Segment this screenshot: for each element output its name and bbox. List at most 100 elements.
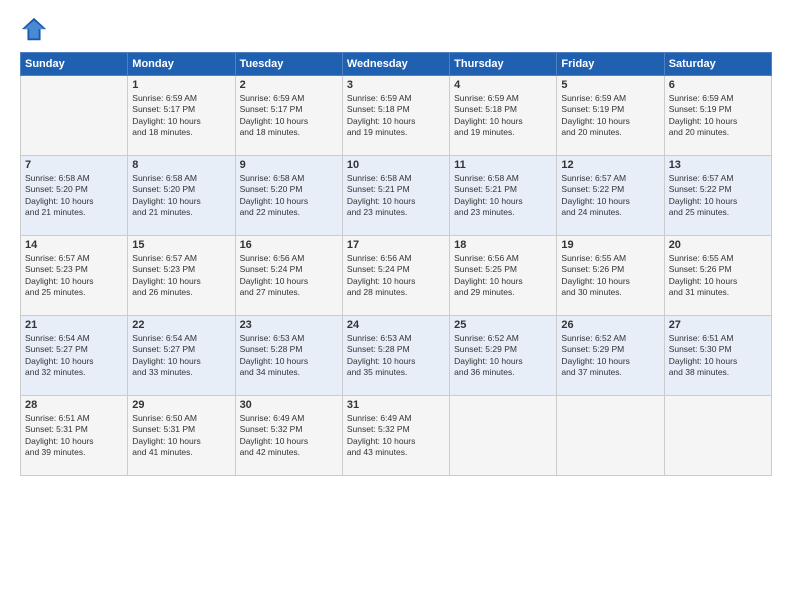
day-number: 14 bbox=[25, 239, 123, 251]
weekday-header: Tuesday bbox=[235, 53, 342, 76]
day-number: 16 bbox=[240, 239, 338, 251]
calendar-cell: 12 Sunrise: 6:57 AM Sunset: 5:22 PM Dayli… bbox=[557, 156, 664, 236]
weekday-header: Wednesday bbox=[342, 53, 449, 76]
day-info: Sunrise: 6:53 AM Sunset: 5:28 PM Dayligh… bbox=[240, 333, 338, 379]
day-number: 12 bbox=[561, 159, 659, 171]
day-info: Sunrise: 6:58 AM Sunset: 5:20 PM Dayligh… bbox=[240, 173, 338, 219]
day-number: 23 bbox=[240, 319, 338, 331]
day-number: 24 bbox=[347, 319, 445, 331]
day-number: 9 bbox=[240, 159, 338, 171]
day-number: 19 bbox=[561, 239, 659, 251]
day-info: Sunrise: 6:58 AM Sunset: 5:20 PM Dayligh… bbox=[25, 173, 123, 219]
day-number: 30 bbox=[240, 399, 338, 411]
calendar-cell: 5 Sunrise: 6:59 AM Sunset: 5:19 PM Daylig… bbox=[557, 76, 664, 156]
calendar-cell: 10 Sunrise: 6:58 AM Sunset: 5:21 PM Dayli… bbox=[342, 156, 449, 236]
day-info: Sunrise: 6:54 AM Sunset: 5:27 PM Dayligh… bbox=[25, 333, 123, 379]
calendar-cell: 28 Sunrise: 6:51 AM Sunset: 5:31 PM Dayli… bbox=[21, 396, 128, 476]
day-number: 29 bbox=[132, 399, 230, 411]
calendar-cell: 9 Sunrise: 6:58 AM Sunset: 5:20 PM Daylig… bbox=[235, 156, 342, 236]
day-info: Sunrise: 6:57 AM Sunset: 5:22 PM Dayligh… bbox=[561, 173, 659, 219]
day-info: Sunrise: 6:52 AM Sunset: 5:29 PM Dayligh… bbox=[454, 333, 552, 379]
calendar-cell: 15Sunrise: 6:57 AM Sunset: 5:23 PM Dayli… bbox=[128, 236, 235, 316]
day-number: 13 bbox=[669, 159, 767, 171]
day-info: Sunrise: 6:52 AM Sunset: 5:29 PM Dayligh… bbox=[561, 333, 659, 379]
day-number: 3 bbox=[347, 79, 445, 91]
day-number: 4 bbox=[454, 79, 552, 91]
calendar-cell: 25 Sunrise: 6:52 AM Sunset: 5:29 PM Dayli… bbox=[450, 316, 557, 396]
calendar-cell: 6Sunrise: 6:59 AM Sunset: 5:19 PM Daylig… bbox=[664, 76, 771, 156]
logo-icon bbox=[20, 16, 48, 44]
calendar-cell: 26 Sunrise: 6:52 AM Sunset: 5:29 PM Dayli… bbox=[557, 316, 664, 396]
day-number: 28 bbox=[25, 399, 123, 411]
day-number: 1 bbox=[132, 79, 230, 91]
day-info: Sunrise: 6:59 AM Sunset: 5:17 PM Dayligh… bbox=[240, 93, 338, 139]
calendar-cell: 21 Sunrise: 6:54 AM Sunset: 5:27 PM Dayli… bbox=[21, 316, 128, 396]
calendar-cell: 19 Sunrise: 6:55 AM Sunset: 5:26 PM Dayli… bbox=[557, 236, 664, 316]
day-number: 26 bbox=[561, 319, 659, 331]
calendar-cell: 27 Sunrise: 6:51 AM Sunset: 5:30 PM Dayli… bbox=[664, 316, 771, 396]
day-number: 22 bbox=[132, 319, 230, 331]
day-info: Sunrise: 6:56 AM Sunset: 5:24 PM Dayligh… bbox=[347, 253, 445, 299]
day-number: 21 bbox=[25, 319, 123, 331]
day-info: Sunrise: 6:59 AM Sunset: 5:19 PM Dayligh… bbox=[669, 93, 767, 139]
calendar-cell bbox=[557, 396, 664, 476]
calendar-cell: 2 Sunrise: 6:59 AM Sunset: 5:17 PM Daylig… bbox=[235, 76, 342, 156]
calendar-cell: 20 Sunrise: 6:55 AM Sunset: 5:26 PM Dayli… bbox=[664, 236, 771, 316]
day-number: 27 bbox=[669, 319, 767, 331]
calendar-cell: 3 Sunrise: 6:59 AM Sunset: 5:18 PM Daylig… bbox=[342, 76, 449, 156]
calendar-cell: 11 Sunrise: 6:58 AM Sunset: 5:21 PM Dayli… bbox=[450, 156, 557, 236]
calendar-cell: 22 Sunrise: 6:54 AM Sunset: 5:27 PM Dayli… bbox=[128, 316, 235, 396]
logo bbox=[20, 16, 52, 44]
page: SundayMondayTuesdayWednesdayThursdayFrid… bbox=[0, 0, 792, 612]
calendar-cell: 18 Sunrise: 6:56 AM Sunset: 5:25 PM Dayli… bbox=[450, 236, 557, 316]
day-number: 11 bbox=[454, 159, 552, 171]
day-info: Sunrise: 6:59 AM Sunset: 5:19 PM Dayligh… bbox=[561, 93, 659, 139]
day-number: 8 bbox=[132, 159, 230, 171]
day-number: 20 bbox=[669, 239, 767, 251]
calendar-cell: 13 Sunrise: 6:57 AM Sunset: 5:22 PM Dayli… bbox=[664, 156, 771, 236]
day-info: Sunrise: 6:50 AM Sunset: 5:31 PM Dayligh… bbox=[132, 413, 230, 459]
calendar-cell bbox=[450, 396, 557, 476]
calendar-cell: 14 Sunrise: 6:57 AM Sunset: 5:23 PM Dayli… bbox=[21, 236, 128, 316]
calendar-cell: 4 Sunrise: 6:59 AM Sunset: 5:18 PM Daylig… bbox=[450, 76, 557, 156]
header bbox=[20, 16, 772, 44]
calendar-cell: 30 Sunrise: 6:49 AM Sunset: 5:32 PM Dayli… bbox=[235, 396, 342, 476]
calendar-cell: 31 Sunrise: 6:49 AM Sunset: 5:32 PM Dayli… bbox=[342, 396, 449, 476]
day-info: Sunrise: 6:55 AM Sunset: 5:26 PM Dayligh… bbox=[669, 253, 767, 299]
day-info: Sunrise: 6:54 AM Sunset: 5:27 PM Dayligh… bbox=[132, 333, 230, 379]
day-info: Sunrise: 6:56 AM Sunset: 5:25 PM Dayligh… bbox=[454, 253, 552, 299]
day-info: Sunrise: 6:59 AM Sunset: 5:18 PM Dayligh… bbox=[454, 93, 552, 139]
calendar-cell: 8Sunrise: 6:58 AM Sunset: 5:20 PM Daylig… bbox=[128, 156, 235, 236]
day-info: Sunrise: 6:49 AM Sunset: 5:32 PM Dayligh… bbox=[347, 413, 445, 459]
day-number: 25 bbox=[454, 319, 552, 331]
day-info: Sunrise: 6:57 AM Sunset: 5:23 PM Dayligh… bbox=[25, 253, 123, 299]
day-info: Sunrise: 6:58 AM Sunset: 5:21 PM Dayligh… bbox=[454, 173, 552, 219]
day-info: Sunrise: 6:57 AM Sunset: 5:22 PM Dayligh… bbox=[669, 173, 767, 219]
day-info: Sunrise: 6:51 AM Sunset: 5:30 PM Dayligh… bbox=[669, 333, 767, 379]
calendar-cell: 29 Sunrise: 6:50 AM Sunset: 5:31 PM Dayli… bbox=[128, 396, 235, 476]
calendar-cell: 24 Sunrise: 6:53 AM Sunset: 5:28 PM Dayli… bbox=[342, 316, 449, 396]
day-info: Sunrise: 6:51 AM Sunset: 5:31 PM Dayligh… bbox=[25, 413, 123, 459]
calendar-cell bbox=[21, 76, 128, 156]
weekday-header: Saturday bbox=[664, 53, 771, 76]
weekday-header: Sunday bbox=[21, 53, 128, 76]
day-info: Sunrise: 6:59 AM Sunset: 5:18 PM Dayligh… bbox=[347, 93, 445, 139]
calendar-cell: 7Sunrise: 6:58 AM Sunset: 5:20 PM Daylig… bbox=[21, 156, 128, 236]
day-info: Sunrise: 6:55 AM Sunset: 5:26 PM Dayligh… bbox=[561, 253, 659, 299]
calendar-cell: 1Sunrise: 6:59 AM Sunset: 5:17 PM Daylig… bbox=[128, 76, 235, 156]
calendar-cell: 16 Sunrise: 6:56 AM Sunset: 5:24 PM Dayli… bbox=[235, 236, 342, 316]
day-info: Sunrise: 6:49 AM Sunset: 5:32 PM Dayligh… bbox=[240, 413, 338, 459]
day-number: 18 bbox=[454, 239, 552, 251]
day-info: Sunrise: 6:58 AM Sunset: 5:21 PM Dayligh… bbox=[347, 173, 445, 219]
day-number: 2 bbox=[240, 79, 338, 91]
day-number: 10 bbox=[347, 159, 445, 171]
calendar-table: SundayMondayTuesdayWednesdayThursdayFrid… bbox=[20, 52, 772, 476]
day-number: 31 bbox=[347, 399, 445, 411]
day-info: Sunrise: 6:56 AM Sunset: 5:24 PM Dayligh… bbox=[240, 253, 338, 299]
calendar-cell bbox=[664, 396, 771, 476]
day-number: 17 bbox=[347, 239, 445, 251]
day-number: 5 bbox=[561, 79, 659, 91]
day-info: Sunrise: 6:53 AM Sunset: 5:28 PM Dayligh… bbox=[347, 333, 445, 379]
weekday-header: Thursday bbox=[450, 53, 557, 76]
weekday-header: Monday bbox=[128, 53, 235, 76]
